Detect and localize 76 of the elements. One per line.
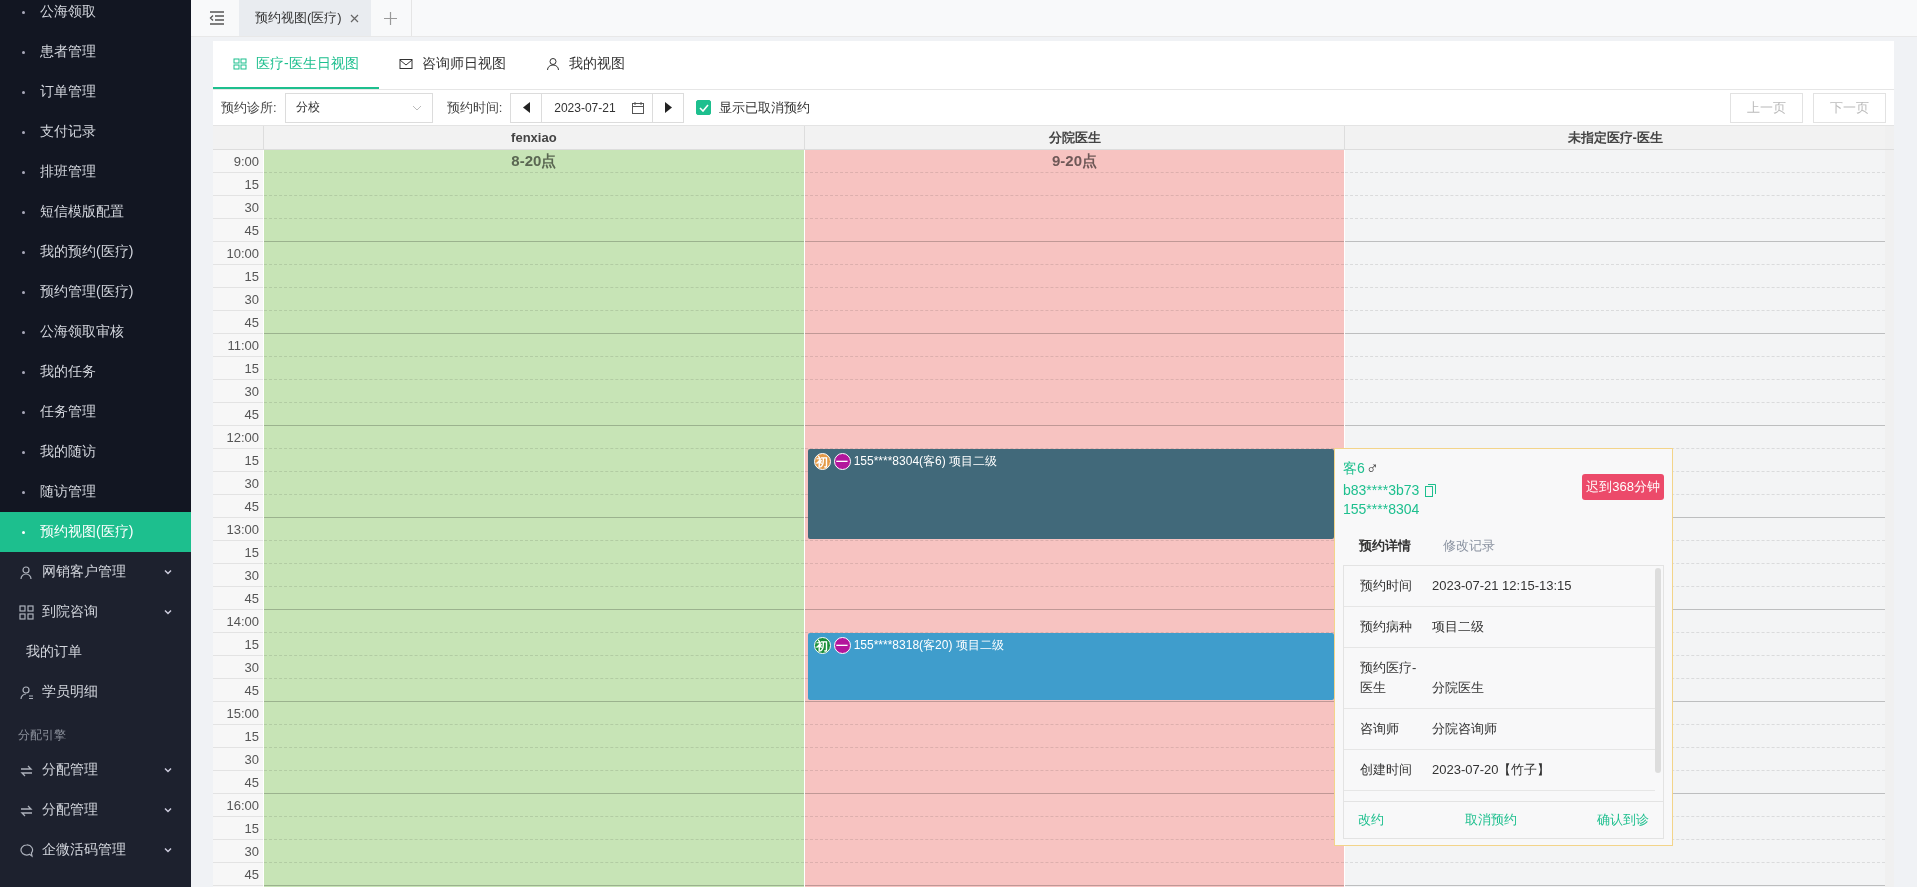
sidebar-item[interactable]: 排班管理 — [0, 152, 191, 192]
sidebar-item[interactable]: 我的订单 — [0, 632, 191, 672]
appointment-block[interactable]: 初 一 155****8304(客6) 项目二级 — [807, 449, 1335, 539]
menu-group-label: 分配引擎 — [17, 727, 67, 744]
shift-hours: 9-20点 — [1052, 152, 1097, 169]
checkbox-label: 显示已取消预约 — [719, 98, 811, 117]
detail-label: 创建时间 — [1360, 761, 1413, 779]
status-badge: 一 — [833, 453, 851, 470]
sidebar-item[interactable]: 任务管理 — [0, 392, 191, 432]
patient-code: b83****3b73 — [1343, 482, 1420, 498]
date-label: 预约时间: — [446, 98, 503, 117]
scrollbar[interactable] — [1885, 150, 1894, 887]
mail-icon — [398, 57, 413, 71]
view-tab[interactable]: 我的视图 — [525, 41, 645, 89]
sidebar-item[interactable]: 公海领取 — [0, 0, 191, 32]
menu-icon — [19, 564, 34, 580]
detail-value: 2023-07-20【竹子】 — [1432, 761, 1551, 779]
sidebar-item[interactable]: 我的任务 — [0, 352, 191, 392]
late-badge: 迟到368分钟 — [1582, 474, 1664, 500]
gender-symbol: ♂ — [1365, 459, 1379, 479]
menu-icon — [19, 684, 34, 700]
detail-label: 预约时间 — [1360, 577, 1413, 595]
status-badge: 初 — [813, 453, 831, 470]
appointment-title: 155****8304(客6) 项目二级 — [853, 453, 998, 470]
menu-icon — [19, 604, 34, 620]
caret-icon — [411, 104, 422, 111]
appointment-block[interactable]: 初 一 155****8318(客20) 项目二级 — [807, 633, 1335, 700]
date-field[interactable]: 2023-07-21 — [542, 92, 653, 123]
grid-icon — [233, 57, 247, 71]
shift-hours: 8-20点 — [511, 152, 557, 169]
person-icon — [545, 57, 560, 71]
left-triangle-icon — [522, 102, 530, 113]
detail-label: 咨询师 — [1360, 720, 1400, 738]
close-icon[interactable] — [349, 13, 359, 23]
clinic-label: 预约诊所: — [221, 98, 277, 117]
right-triangle-icon — [664, 102, 672, 113]
page-tab[interactable]: 预约视图(医疗) — [239, 0, 371, 36]
view-tab[interactable]: 咨询师日视图 — [378, 41, 526, 89]
detail-tab[interactable]: 预约详情 — [1359, 537, 1411, 555]
menu-icon — [19, 842, 34, 858]
sidebar-item[interactable]: 支付记录 — [0, 112, 191, 152]
detail-value: 2023-07-21 12:15-13:15 — [1432, 577, 1572, 595]
sidebar-item[interactable]: 随访管理 — [0, 472, 191, 512]
patient-name: 客6 — [1343, 460, 1365, 478]
sidebar-item[interactable]: 短信模版配置 — [0, 192, 191, 232]
checkbox[interactable] — [696, 100, 712, 115]
sidebar-item[interactable]: 患者管理 — [0, 32, 191, 72]
sidebar-item[interactable]: 企微活码管理 — [0, 830, 191, 870]
sidebar-item[interactable]: 网销客户管理 — [0, 552, 191, 592]
patient-phone: 155****8304 — [1343, 501, 1421, 517]
status-badge: 初 — [813, 637, 831, 654]
sidebar-item[interactable]: 分配管理 — [0, 790, 191, 830]
sidebar-item[interactable]: 公海领取审核 — [0, 312, 191, 352]
add-tab-icon[interactable] — [384, 11, 398, 25]
clinic-select[interactable]: 分校 — [284, 92, 433, 123]
detail-label: 预约病种 — [1360, 618, 1413, 636]
previous-day-button[interactable] — [510, 92, 543, 123]
appointment-title: 155****8318(客20) 项目二级 — [853, 637, 1004, 654]
menu-collapse-icon[interactable] — [209, 11, 225, 25]
copy-icon[interactable] — [1425, 483, 1437, 497]
sidebar-item[interactable]: 预约管理(医疗) — [0, 272, 191, 312]
sidebar-item[interactable]: 学员明细 — [0, 672, 191, 712]
sidebar-item[interactable]: 分配管理 — [0, 750, 191, 790]
detail-label: 预约医疗-医生 — [1360, 659, 1418, 697]
detail-value: 项目二级 — [1432, 618, 1484, 636]
sidebar-item[interactable]: 到院咨询 — [0, 592, 191, 632]
sidebar-item[interactable]: 订单管理 — [0, 72, 191, 112]
calendar-icon — [632, 101, 645, 114]
sidebar-item[interactable]: 我的预约(医疗) — [0, 232, 191, 272]
detail-value: 分院咨询师 — [1432, 720, 1497, 738]
column-header: fenxiao — [263, 126, 804, 149]
sidebar-item[interactable]: 我的随访 — [0, 432, 191, 472]
detail-value: 分院医生 — [1432, 679, 1484, 697]
status-badge: 一 — [833, 637, 851, 654]
column-header: 分院医生 — [803, 126, 1345, 149]
next-day-button[interactable] — [652, 92, 685, 123]
